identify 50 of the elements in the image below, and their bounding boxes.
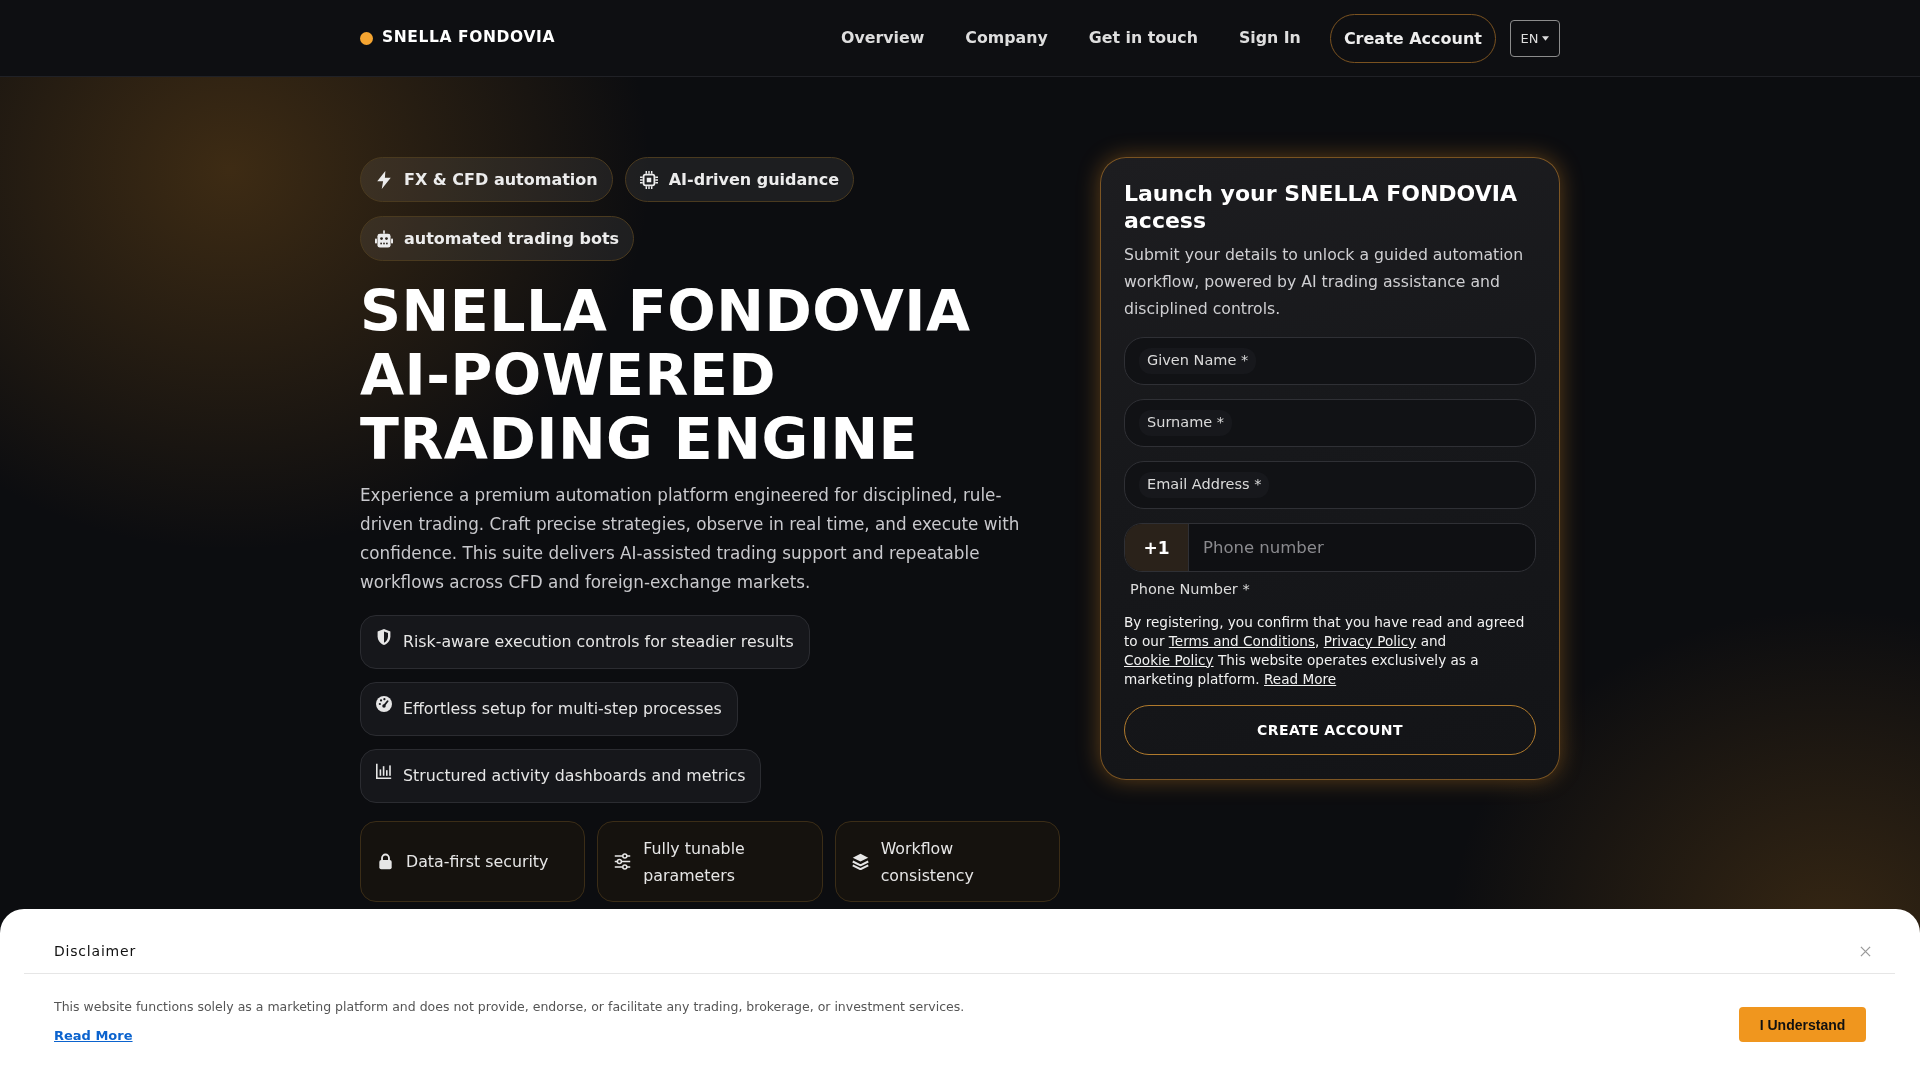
nav-link[interactable]: Overview [841, 30, 925, 46]
field-label: Given Name * [1139, 348, 1257, 374]
caret-icon [1542, 35, 1550, 41]
feature-text: Structured activity dashboards and metrics [403, 768, 746, 784]
understand-button[interactable]: I Understand [1739, 1007, 1866, 1043]
legal-link[interactable]: Terms and Conditions [1168, 632, 1315, 649]
highlight-text: Fully tunable parameters [643, 837, 746, 887]
tag-label: automated trading bots [404, 230, 620, 247]
create-account-button[interactable]: CREATE ACCOUNT [1124, 704, 1536, 755]
legal-link[interactable]: Privacy Policy [1323, 632, 1417, 649]
hero-description: Experience a premium automation platform engineered for disciplined, rule-driven trading. Craft precise strategies, observe in real time, and execute with confidence. This suite delivers AI-assisted trading support and repeatable workflows across CFD and foreign-exchange markets. [360, 484, 1021, 594]
sliders-icon [614, 853, 632, 870]
input-field[interactable]: Email Address * [1124, 461, 1536, 509]
legal-link[interactable]: Read More [1264, 670, 1337, 687]
hero-title: SNELLA FONDOVIA AI-POWERED TRADING ENGINE [360, 279, 972, 471]
nav-link[interactable]: Company [965, 30, 1048, 46]
logo-dot-icon [360, 31, 373, 45]
nav-link[interactable]: Get in touch [1088, 30, 1198, 46]
close-icon [1860, 945, 1871, 957]
gauge-icon [376, 696, 392, 712]
feature-text: Effortless setup for multi-step processes [403, 701, 722, 717]
legal-link[interactable]: Cookie Policy [1124, 651, 1214, 668]
highlight-text: Workflow consistency [880, 837, 975, 887]
close-button[interactable] [1860, 945, 1871, 957]
tag-label: FX & CFD automation [404, 171, 598, 188]
language-button[interactable]: EN [1510, 19, 1560, 57]
disclaimer-title: Disclaimer [54, 943, 137, 960]
country-code[interactable]: +1 [1125, 524, 1189, 571]
robot-icon [375, 229, 393, 248]
field-label: Surname * [1139, 410, 1233, 436]
input-field[interactable]: Surname * [1124, 399, 1536, 447]
chip-icon [639, 170, 658, 189]
input-field[interactable]: Given Name * [1124, 337, 1536, 385]
bolt-icon [375, 170, 393, 189]
legal-text: By registering, you confirm that you have read and agreed to our Terms and Conditions, Privacy Policy and Cookie Policy This website operates exclusively as a marketing platform. Read More [1124, 612, 1526, 689]
tag-label: AI-driven guidance [668, 171, 840, 188]
nav-link[interactable]: Sign In [1238, 30, 1301, 46]
signup-title: Launch your SNELLA FONDOVIA access [1124, 180, 1518, 234]
shield-icon [376, 629, 392, 645]
field-label: Email Address * [1139, 472, 1270, 498]
disclaimer-text: This website functions solely as a marketing platform and does not provide, endorse, or facilitate any trading, brokerage, or investment services. [54, 998, 965, 1016]
phone-field[interactable]: +1 Phone number [1124, 523, 1536, 572]
feature-text: Risk-aware execution controls for steadier results [403, 634, 794, 650]
layers-icon [851, 853, 869, 870]
signup-description: Submit your details to unlock a guided automation workflow, powered by AI trading assistance and disciplined controls. [1124, 244, 1525, 320]
highlight-text: Data-first security [406, 851, 549, 873]
bar-chart-icon [376, 763, 392, 779]
field-label: Phone Number * [1130, 580, 1251, 599]
lock-icon [377, 853, 394, 870]
read-more-link[interactable]: Read More [54, 1028, 133, 1045]
